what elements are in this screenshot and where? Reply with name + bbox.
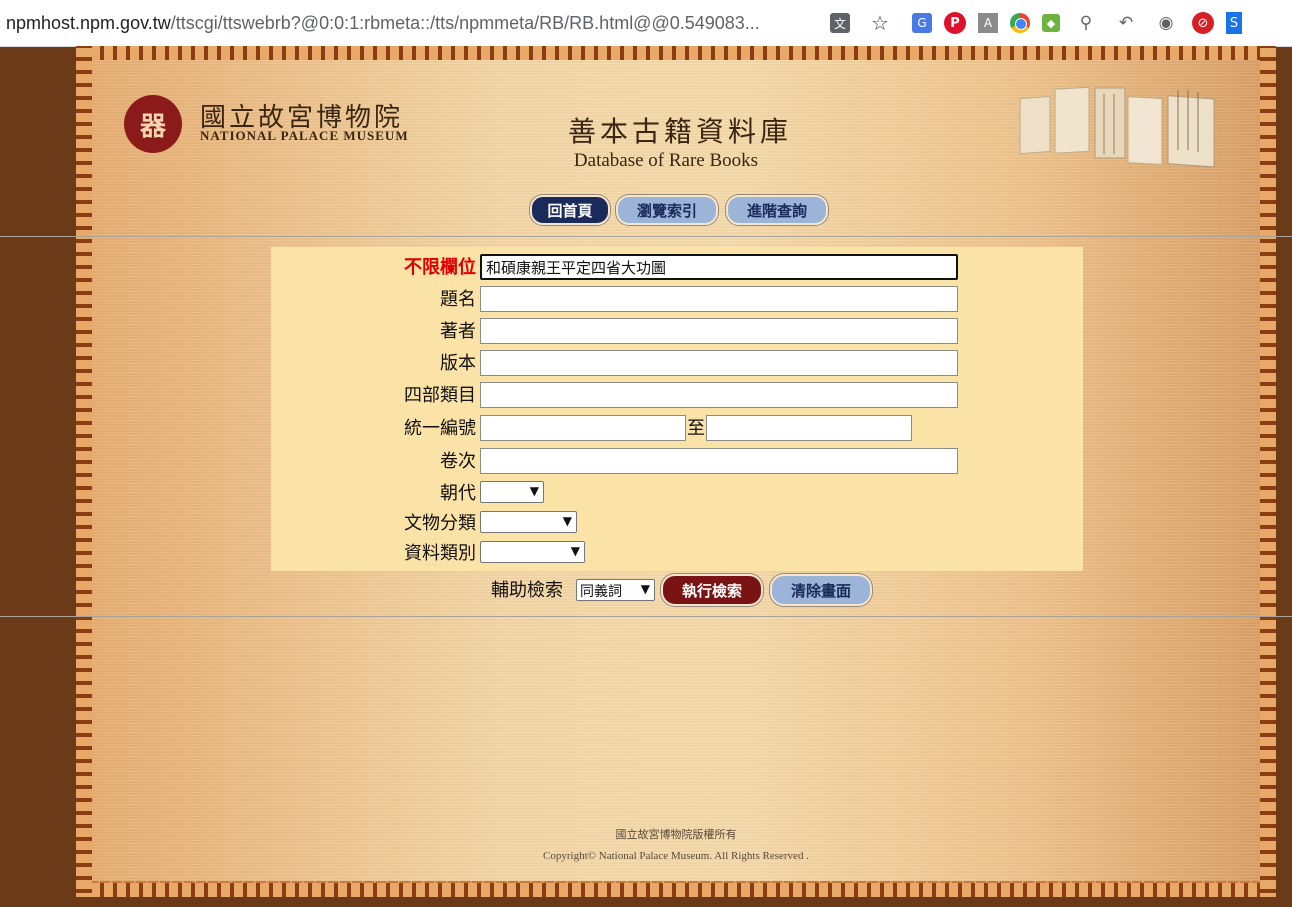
logo-seal-icon: 器 (124, 95, 182, 153)
chevron-down-icon: ▼ (529, 484, 539, 498)
address-bar[interactable]: npmhost.npm.gov.tw/ttscgi/ttswebrb?@0:0:… (6, 0, 760, 46)
logo-name-en: NATIONAL PALACE MUSEUM (200, 128, 409, 143)
divider-bottom (0, 616, 1292, 617)
datatype-label: 資料類別 (404, 543, 476, 564)
frame-border-left (76, 46, 92, 897)
id-from-input[interactable] (480, 415, 686, 441)
page-subtitle: Database of Rare Books (573, 150, 759, 171)
frame-border-top (76, 46, 1276, 60)
category-input[interactable] (480, 382, 958, 408)
extension-green-icon[interactable]: ◆ (1042, 14, 1060, 32)
any-field-label: 不限欄位 (404, 257, 476, 278)
aux-search-select[interactable]: 同義詞 ▼ (576, 579, 655, 601)
reply-icon[interactable]: ↶ (1112, 9, 1140, 37)
category-label: 四部類目 (404, 385, 476, 406)
footer-rights-zh: 國立故宮博物院版權所有 (615, 828, 737, 841)
author-input[interactable] (480, 318, 958, 344)
clear-screen-button[interactable]: 清除畫面 (770, 574, 872, 606)
author-label: 著者 (440, 321, 476, 342)
google-translate-icon[interactable]: G (912, 13, 932, 33)
datatype-select[interactable]: ▼ (480, 541, 585, 563)
edition-input[interactable] (480, 350, 958, 376)
museum-logo[interactable]: 器 國立故宮博物院 NATIONAL PALACE MUSEUM (124, 95, 414, 155)
home-button[interactable]: 回首頁 (530, 195, 610, 225)
id-range-separator: 至 (687, 418, 705, 439)
page-title: 善本古籍資料庫 (567, 115, 792, 148)
pdf-icon[interactable]: A (978, 13, 998, 33)
translate-icon[interactable]: 文 (830, 13, 850, 33)
chevron-down-icon: ▼ (562, 514, 572, 528)
extension-icons: 文 ☆ G P A ◆ ⚲ ↶ ◉ ⊘ S (826, 9, 1254, 37)
execute-search-button[interactable]: 執行檢索 (661, 574, 763, 606)
volume-input[interactable] (480, 448, 958, 474)
zoom-icon[interactable]: ⚲ (1072, 9, 1100, 37)
dynasty-label: 朝代 (440, 483, 476, 504)
title-input[interactable] (480, 286, 958, 312)
pinterest-icon[interactable]: P (944, 12, 966, 34)
id-to-input[interactable] (706, 415, 912, 441)
chrome-icon[interactable] (1010, 13, 1030, 33)
url-path: /ttscgi/ttswebrb?@0:0:1:rbmeta::/tts/npm… (170, 13, 760, 33)
any-field-input[interactable]: 和碩康親王平定四省大功圖 (480, 254, 958, 280)
chevron-down-icon: ▼ (570, 544, 580, 558)
frame-border-bottom (76, 883, 1276, 897)
volume-label: 卷次 (440, 451, 476, 472)
frame-border-right (1260, 46, 1276, 897)
mouse-icon[interactable]: ◉ (1152, 9, 1180, 37)
dynasty-select[interactable]: ▼ (480, 481, 544, 503)
edition-label: 版本 (440, 353, 476, 374)
aux-search-value: 同義詞 (580, 584, 622, 600)
id-label: 統一編號 (404, 418, 476, 439)
advanced-search-button[interactable]: 進階查詢 (726, 195, 828, 225)
chevron-down-icon: ▼ (640, 582, 650, 596)
divider-top (0, 236, 1292, 237)
rare-books-illustration (1019, 86, 1215, 168)
browser-toolbar: npmhost.npm.gov.tw/ttscgi/ttswebrb?@0:0:… (0, 0, 1292, 47)
browse-index-button[interactable]: 瀏覽索引 (616, 195, 718, 225)
aux-search-label: 輔助檢索 (491, 580, 563, 601)
url-host: npmhost.npm.gov.tw (6, 13, 171, 33)
title-label: 題名 (440, 289, 476, 310)
block-icon[interactable]: ⊘ (1192, 12, 1214, 34)
footer-rights-en: Copyright© National Palace Museum. All R… (543, 850, 809, 862)
artifact-label: 文物分類 (404, 513, 476, 534)
star-icon[interactable]: ☆ (866, 9, 894, 37)
artifact-select[interactable]: ▼ (480, 511, 577, 533)
extension-s-icon[interactable]: S (1226, 12, 1242, 34)
